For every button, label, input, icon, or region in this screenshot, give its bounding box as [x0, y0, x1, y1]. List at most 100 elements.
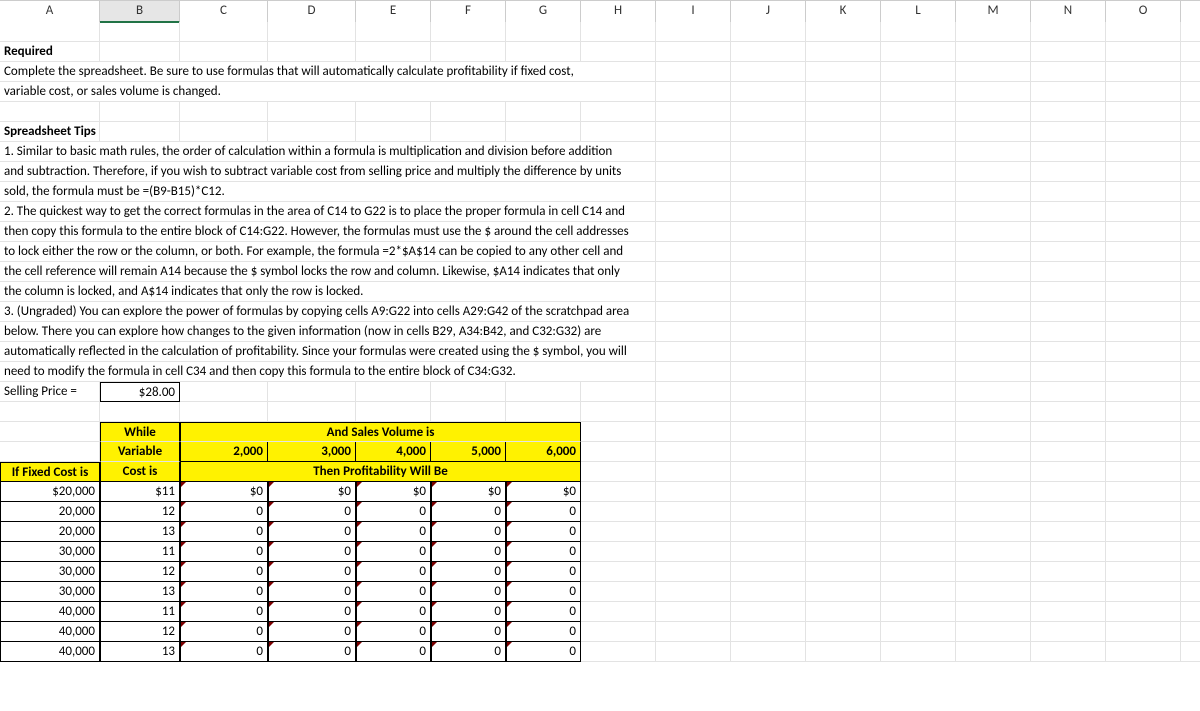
hdr-vol[interactable]: 6,000: [506, 442, 581, 462]
column-header-I[interactable]: I: [656, 0, 731, 23]
empty-cell[interactable]: [806, 522, 881, 542]
empty-cell[interactable]: [881, 242, 956, 262]
empty-cell[interactable]: [1031, 502, 1106, 522]
empty-cell[interactable]: [731, 82, 806, 102]
empty-cell[interactable]: [0, 422, 100, 442]
empty-cell[interactable]: [656, 562, 731, 582]
profit-cell[interactable]: 0: [356, 582, 431, 602]
empty-cell[interactable]: [431, 402, 506, 422]
empty-cell[interactable]: [268, 122, 356, 142]
empty-cell[interactable]: [956, 302, 1031, 322]
empty-cell[interactable]: [1106, 482, 1181, 502]
profit-cell[interactable]: 0: [431, 642, 506, 662]
empty-cell[interactable]: [806, 282, 881, 302]
tips-text[interactable]: to lock either the row or the column, or…: [0, 242, 656, 262]
empty-cell[interactable]: [1031, 402, 1106, 422]
empty-cell[interactable]: [656, 542, 731, 562]
empty-cell[interactable]: [356, 22, 431, 42]
empty-cell[interactable]: [731, 382, 806, 402]
empty-cell[interactable]: [881, 162, 956, 182]
empty-cell[interactable]: [956, 42, 1031, 62]
empty-cell[interactable]: [1181, 382, 1200, 402]
empty-cell[interactable]: [731, 542, 806, 562]
empty-cell[interactable]: [506, 122, 581, 142]
empty-cell[interactable]: [806, 482, 881, 502]
empty-cell[interactable]: [1181, 22, 1200, 42]
variable-cost-cell[interactable]: 12: [100, 622, 180, 642]
empty-cell[interactable]: [806, 462, 881, 482]
hdr-cost-is[interactable]: Cost is: [100, 462, 180, 482]
empty-cell[interactable]: [881, 182, 956, 202]
empty-cell[interactable]: [656, 502, 731, 522]
empty-cell[interactable]: [656, 382, 731, 402]
empty-cell[interactable]: [1031, 62, 1106, 82]
variable-cost-cell[interactable]: $11: [100, 482, 180, 502]
empty-cell[interactable]: [1181, 122, 1200, 142]
empty-cell[interactable]: [1106, 42, 1181, 62]
empty-cell[interactable]: [731, 142, 806, 162]
empty-cell[interactable]: [956, 402, 1031, 422]
fixed-cost-cell[interactable]: 30,000: [0, 562, 100, 582]
empty-cell[interactable]: [806, 242, 881, 262]
empty-cell[interactable]: [956, 202, 1031, 222]
empty-cell[interactable]: [1106, 422, 1181, 442]
empty-cell[interactable]: [806, 382, 881, 402]
empty-cell[interactable]: [431, 122, 506, 142]
empty-cell[interactable]: [431, 42, 506, 62]
empty-cell[interactable]: [1181, 442, 1200, 462]
empty-cell[interactable]: [1181, 622, 1200, 642]
empty-cell[interactable]: [881, 622, 956, 642]
empty-cell[interactable]: [656, 42, 731, 62]
empty-cell[interactable]: [731, 202, 806, 222]
empty-cell[interactable]: [956, 642, 1031, 662]
empty-cell[interactable]: [731, 522, 806, 542]
empty-cell[interactable]: [731, 62, 806, 82]
empty-cell[interactable]: [656, 162, 731, 182]
empty-cell[interactable]: [806, 542, 881, 562]
empty-cell[interactable]: [656, 22, 731, 42]
empty-cell[interactable]: [1031, 442, 1106, 462]
empty-cell[interactable]: [881, 102, 956, 122]
empty-cell[interactable]: [731, 362, 806, 382]
empty-cell[interactable]: [1106, 382, 1181, 402]
empty-cell[interactable]: [731, 642, 806, 662]
empty-cell[interactable]: [806, 502, 881, 522]
empty-cell[interactable]: [1181, 202, 1200, 222]
empty-cell[interactable]: [956, 502, 1031, 522]
empty-cell[interactable]: [1181, 262, 1200, 282]
empty-cell[interactable]: [656, 202, 731, 222]
empty-cell[interactable]: [731, 282, 806, 302]
empty-cell[interactable]: [1031, 462, 1106, 482]
empty-cell[interactable]: [1106, 522, 1181, 542]
profit-cell[interactable]: 0: [180, 542, 268, 562]
empty-cell[interactable]: [956, 182, 1031, 202]
empty-cell[interactable]: [1181, 302, 1200, 322]
column-header-K[interactable]: K: [806, 0, 881, 23]
empty-cell[interactable]: [806, 182, 881, 202]
empty-cell[interactable]: [1031, 342, 1106, 362]
empty-cell[interactable]: [1031, 362, 1106, 382]
empty-cell[interactable]: [581, 482, 656, 502]
column-header-J[interactable]: J: [731, 0, 806, 23]
empty-cell[interactable]: [581, 622, 656, 642]
empty-cell[interactable]: [731, 262, 806, 282]
profit-cell[interactable]: $0: [431, 482, 506, 502]
empty-cell[interactable]: [881, 582, 956, 602]
empty-cell[interactable]: [656, 82, 731, 102]
empty-cell[interactable]: [100, 22, 180, 42]
tips-text[interactable]: 2. The quickest way to get the correct f…: [0, 202, 656, 222]
empty-cell[interactable]: [268, 382, 356, 402]
empty-cell[interactable]: [1181, 582, 1200, 602]
empty-cell[interactable]: [1106, 202, 1181, 222]
profit-cell[interactable]: 0: [268, 562, 356, 582]
empty-cell[interactable]: [806, 622, 881, 642]
empty-cell[interactable]: [806, 82, 881, 102]
empty-cell[interactable]: [1106, 82, 1181, 102]
empty-cell[interactable]: [656, 302, 731, 322]
empty-cell[interactable]: [956, 162, 1031, 182]
empty-cell[interactable]: [956, 422, 1031, 442]
empty-cell[interactable]: [581, 562, 656, 582]
empty-cell[interactable]: [0, 102, 100, 122]
empty-cell[interactable]: [731, 22, 806, 42]
column-header-P[interactable]: P: [1181, 0, 1200, 23]
